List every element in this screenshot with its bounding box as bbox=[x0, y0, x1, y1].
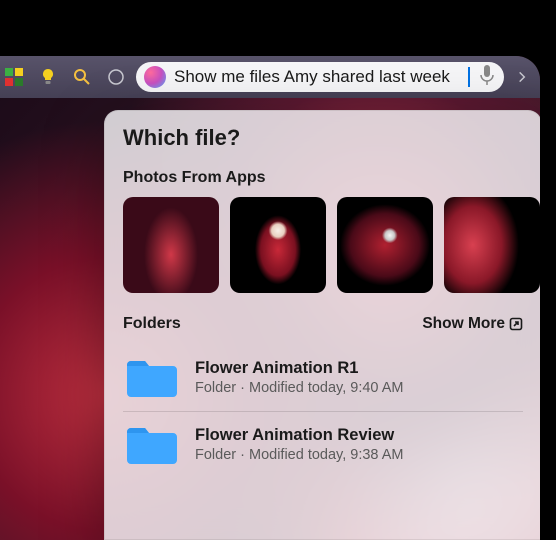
folder-icon bbox=[123, 355, 181, 401]
magnifier-icon[interactable] bbox=[68, 63, 96, 91]
section-label-photos: Photos From Apps bbox=[123, 169, 523, 187]
screen: Show me files Amy shared last week Which… bbox=[0, 56, 540, 540]
menu-extra-icon[interactable] bbox=[102, 63, 130, 91]
photo-thumbnail[interactable] bbox=[337, 197, 433, 293]
folder-name: Flower Animation Review bbox=[195, 426, 403, 446]
folder-meta: Flower Animation R1 Folder · Modified to… bbox=[195, 359, 403, 398]
spotlight-results-panel: Which file? Photos From Apps Folders Sho… bbox=[104, 110, 540, 540]
show-more-button[interactable]: Show More bbox=[422, 315, 523, 333]
folder-row[interactable]: Flower Animation R1 Folder · Modified to… bbox=[123, 345, 523, 411]
microphone-icon[interactable] bbox=[478, 63, 496, 92]
menu-bar: Show me files Amy shared last week bbox=[0, 56, 540, 98]
results-question: Which file? bbox=[123, 125, 523, 151]
section-label-folders: Folders bbox=[123, 315, 181, 333]
folder-subtitle: Folder · Modified today, 9:40 AM bbox=[195, 379, 403, 397]
siri-icon bbox=[144, 66, 166, 88]
photos-thumbnails bbox=[123, 197, 523, 293]
show-more-label: Show More bbox=[422, 315, 505, 333]
folder-icon bbox=[123, 422, 181, 468]
folder-name: Flower Animation R1 bbox=[195, 359, 403, 379]
popout-icon bbox=[509, 317, 523, 331]
chevron-right-icon[interactable] bbox=[510, 65, 534, 89]
folder-meta: Flower Animation Review Folder · Modifie… bbox=[195, 426, 403, 465]
folder-row[interactable]: Flower Animation Review Folder · Modifie… bbox=[123, 412, 523, 478]
photo-thumbnail[interactable] bbox=[123, 197, 219, 293]
folder-subtitle: Folder · Modified today, 9:38 AM bbox=[195, 446, 403, 464]
spotlight-search-bar[interactable]: Show me files Amy shared last week bbox=[136, 62, 504, 92]
photo-thumbnail[interactable] bbox=[444, 197, 540, 293]
tips-icon[interactable] bbox=[34, 63, 62, 91]
search-input[interactable]: Show me files Amy shared last week bbox=[174, 67, 470, 87]
photo-thumbnail[interactable] bbox=[230, 197, 326, 293]
activity-monitor-icon[interactable] bbox=[0, 63, 28, 91]
